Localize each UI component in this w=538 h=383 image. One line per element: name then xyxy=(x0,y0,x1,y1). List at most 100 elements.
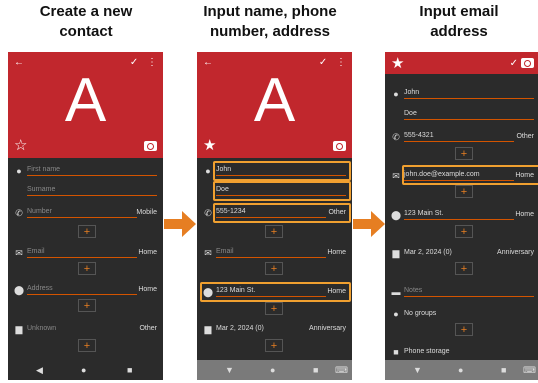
avatar-letter: A xyxy=(64,66,107,135)
caption-line: Create a new xyxy=(39,3,133,20)
email-type-label[interactable]: Home xyxy=(138,248,157,257)
keyboard-icon[interactable]: ⌨ xyxy=(523,365,536,375)
person-icon: ● xyxy=(16,166,22,176)
add-group-button[interactable]: + xyxy=(455,323,473,336)
address-field[interactable]: 123 Main St. xyxy=(404,209,514,220)
event-row: ▆ Unknown Other xyxy=(8,321,163,339)
event-field[interactable]: Mar 2, 2024 (0) xyxy=(404,248,452,257)
email-icon: ✉ xyxy=(204,248,212,258)
recents-nav-icon[interactable]: ■ xyxy=(501,365,506,375)
email-field[interactable]: Email xyxy=(27,247,137,258)
cake-icon: ▆ xyxy=(15,324,23,334)
down-nav-icon[interactable]: ▼ xyxy=(225,365,234,375)
phone-type-label[interactable]: Other xyxy=(516,132,534,141)
add-email-button[interactable]: + xyxy=(265,262,283,275)
recents-nav-icon[interactable]: ■ xyxy=(127,365,132,375)
storage-field[interactable]: Phone storage xyxy=(404,347,450,356)
address-type-label[interactable]: Home xyxy=(138,285,157,294)
surname-field[interactable]: Surname xyxy=(27,185,157,196)
phone-icon: ✆ xyxy=(392,132,400,142)
add-address-button[interactable]: + xyxy=(78,299,96,312)
surname-row: Surname xyxy=(8,183,163,201)
first-name-row: ● John xyxy=(385,86,538,104)
system-nav-bar: ▼ ● ■ ⌨ xyxy=(385,360,538,380)
event-row: ▆ Mar 2, 2024 (0) Anniversary xyxy=(385,245,538,263)
cake-icon: ▆ xyxy=(204,324,212,334)
caption-line: number, address xyxy=(209,23,331,40)
favorite-star-icon[interactable]: ★ xyxy=(203,136,216,154)
caption-create-contact: Create a new contact xyxy=(0,2,172,48)
add-event-button[interactable]: + xyxy=(265,339,283,352)
highlight-box xyxy=(213,181,351,201)
caption-line: address xyxy=(430,23,488,40)
home-nav-icon[interactable]: ● xyxy=(81,365,86,375)
event-type-label[interactable]: Anniversary xyxy=(309,324,346,333)
groups-field[interactable]: No groups xyxy=(404,309,436,318)
add-event-button[interactable]: + xyxy=(455,262,473,275)
add-phone-button[interactable]: + xyxy=(455,147,473,160)
back-nav-icon[interactable]: ◀ xyxy=(36,365,43,375)
phone-row: ✆ Number Mobile xyxy=(8,205,163,223)
arrow-right-icon xyxy=(164,211,196,237)
favorite-star-icon[interactable]: ☆ xyxy=(14,136,27,154)
address-row: ⬤ 123 Main St. Home xyxy=(385,207,538,225)
camera-icon[interactable] xyxy=(333,141,346,151)
phone-number-field[interactable]: 555-4321 xyxy=(404,131,514,142)
email-type-label[interactable]: Home xyxy=(327,248,346,257)
notes-row: ▬ Notes xyxy=(385,284,538,302)
recents-nav-icon[interactable]: ■ xyxy=(313,365,318,375)
address-field[interactable]: Address xyxy=(27,284,137,295)
address-type-label[interactable]: Home xyxy=(515,210,534,219)
camera-icon[interactable] xyxy=(144,141,157,151)
arrow-right-icon xyxy=(353,211,385,237)
save-icon[interactable]: ✓ xyxy=(510,58,518,69)
event-type-label[interactable]: Anniversary xyxy=(497,248,534,257)
email-icon: ✉ xyxy=(392,171,400,181)
first-name-row: ● First name xyxy=(8,163,163,181)
home-nav-icon[interactable]: ● xyxy=(270,365,275,375)
notes-icon: ▬ xyxy=(391,287,401,297)
location-pin-icon: ⬤ xyxy=(391,210,402,220)
email-field[interactable]: Email xyxy=(216,247,326,258)
notes-field[interactable]: Notes xyxy=(404,286,534,297)
first-name-field[interactable]: First name xyxy=(27,165,157,176)
avatar-letter: A xyxy=(253,66,296,135)
add-phone-button[interactable]: + xyxy=(78,225,96,238)
keyboard-icon[interactable]: ⌨ xyxy=(335,365,348,375)
add-phone-button[interactable]: + xyxy=(265,225,283,238)
person-icon: ● xyxy=(393,89,399,99)
event-field[interactable]: Unknown xyxy=(27,324,56,333)
add-event-button[interactable]: + xyxy=(78,339,96,352)
highlight-box xyxy=(402,165,538,185)
highlight-box xyxy=(213,161,351,181)
surname-field[interactable]: Doe xyxy=(404,109,534,120)
event-field[interactable]: Mar 2, 2024 (0) xyxy=(216,324,264,333)
location-pin-icon: ⬤ xyxy=(14,285,25,295)
phone-screen-new-contact: ← ✓ ⋮ A ☆ ● First name Surname ✆ Number … xyxy=(8,52,163,380)
first-name-field[interactable]: John xyxy=(404,88,534,99)
person-icon: ● xyxy=(205,166,211,176)
phone-icon: ✆ xyxy=(204,208,212,218)
phone-row: ✆ 555-4321 Other xyxy=(385,129,538,147)
add-address-button[interactable]: + xyxy=(265,302,283,315)
add-address-button[interactable]: + xyxy=(455,225,473,238)
contact-header: ← ✓ ⋮ A ☆ xyxy=(8,52,163,158)
phone-type-label[interactable]: Mobile xyxy=(136,208,157,217)
add-email-button[interactable]: + xyxy=(78,262,96,275)
phone-number-field[interactable]: Number xyxy=(27,207,137,218)
system-nav-bar: ◀ ● ■ xyxy=(8,360,163,380)
caption-line: contact xyxy=(59,23,113,40)
add-email-button[interactable]: + xyxy=(455,185,473,198)
favorite-star-icon[interactable]: ★ xyxy=(391,54,404,72)
email-row: ✉ Email Home xyxy=(8,245,163,263)
group-icon: ● xyxy=(393,309,399,319)
home-nav-icon[interactable]: ● xyxy=(458,365,463,375)
system-nav-bar: ▼ ● ■ ⌨ xyxy=(197,360,352,380)
email-icon: ✉ xyxy=(15,248,23,258)
camera-icon[interactable] xyxy=(521,58,534,68)
contact-header-collapsed: ★ ✓ xyxy=(385,52,538,74)
event-row: ▆ Mar 2, 2024 (0) Anniversary xyxy=(197,321,352,339)
down-nav-icon[interactable]: ▼ xyxy=(413,365,422,375)
event-type-label[interactable]: Other xyxy=(139,324,157,333)
highlight-box xyxy=(200,282,351,302)
